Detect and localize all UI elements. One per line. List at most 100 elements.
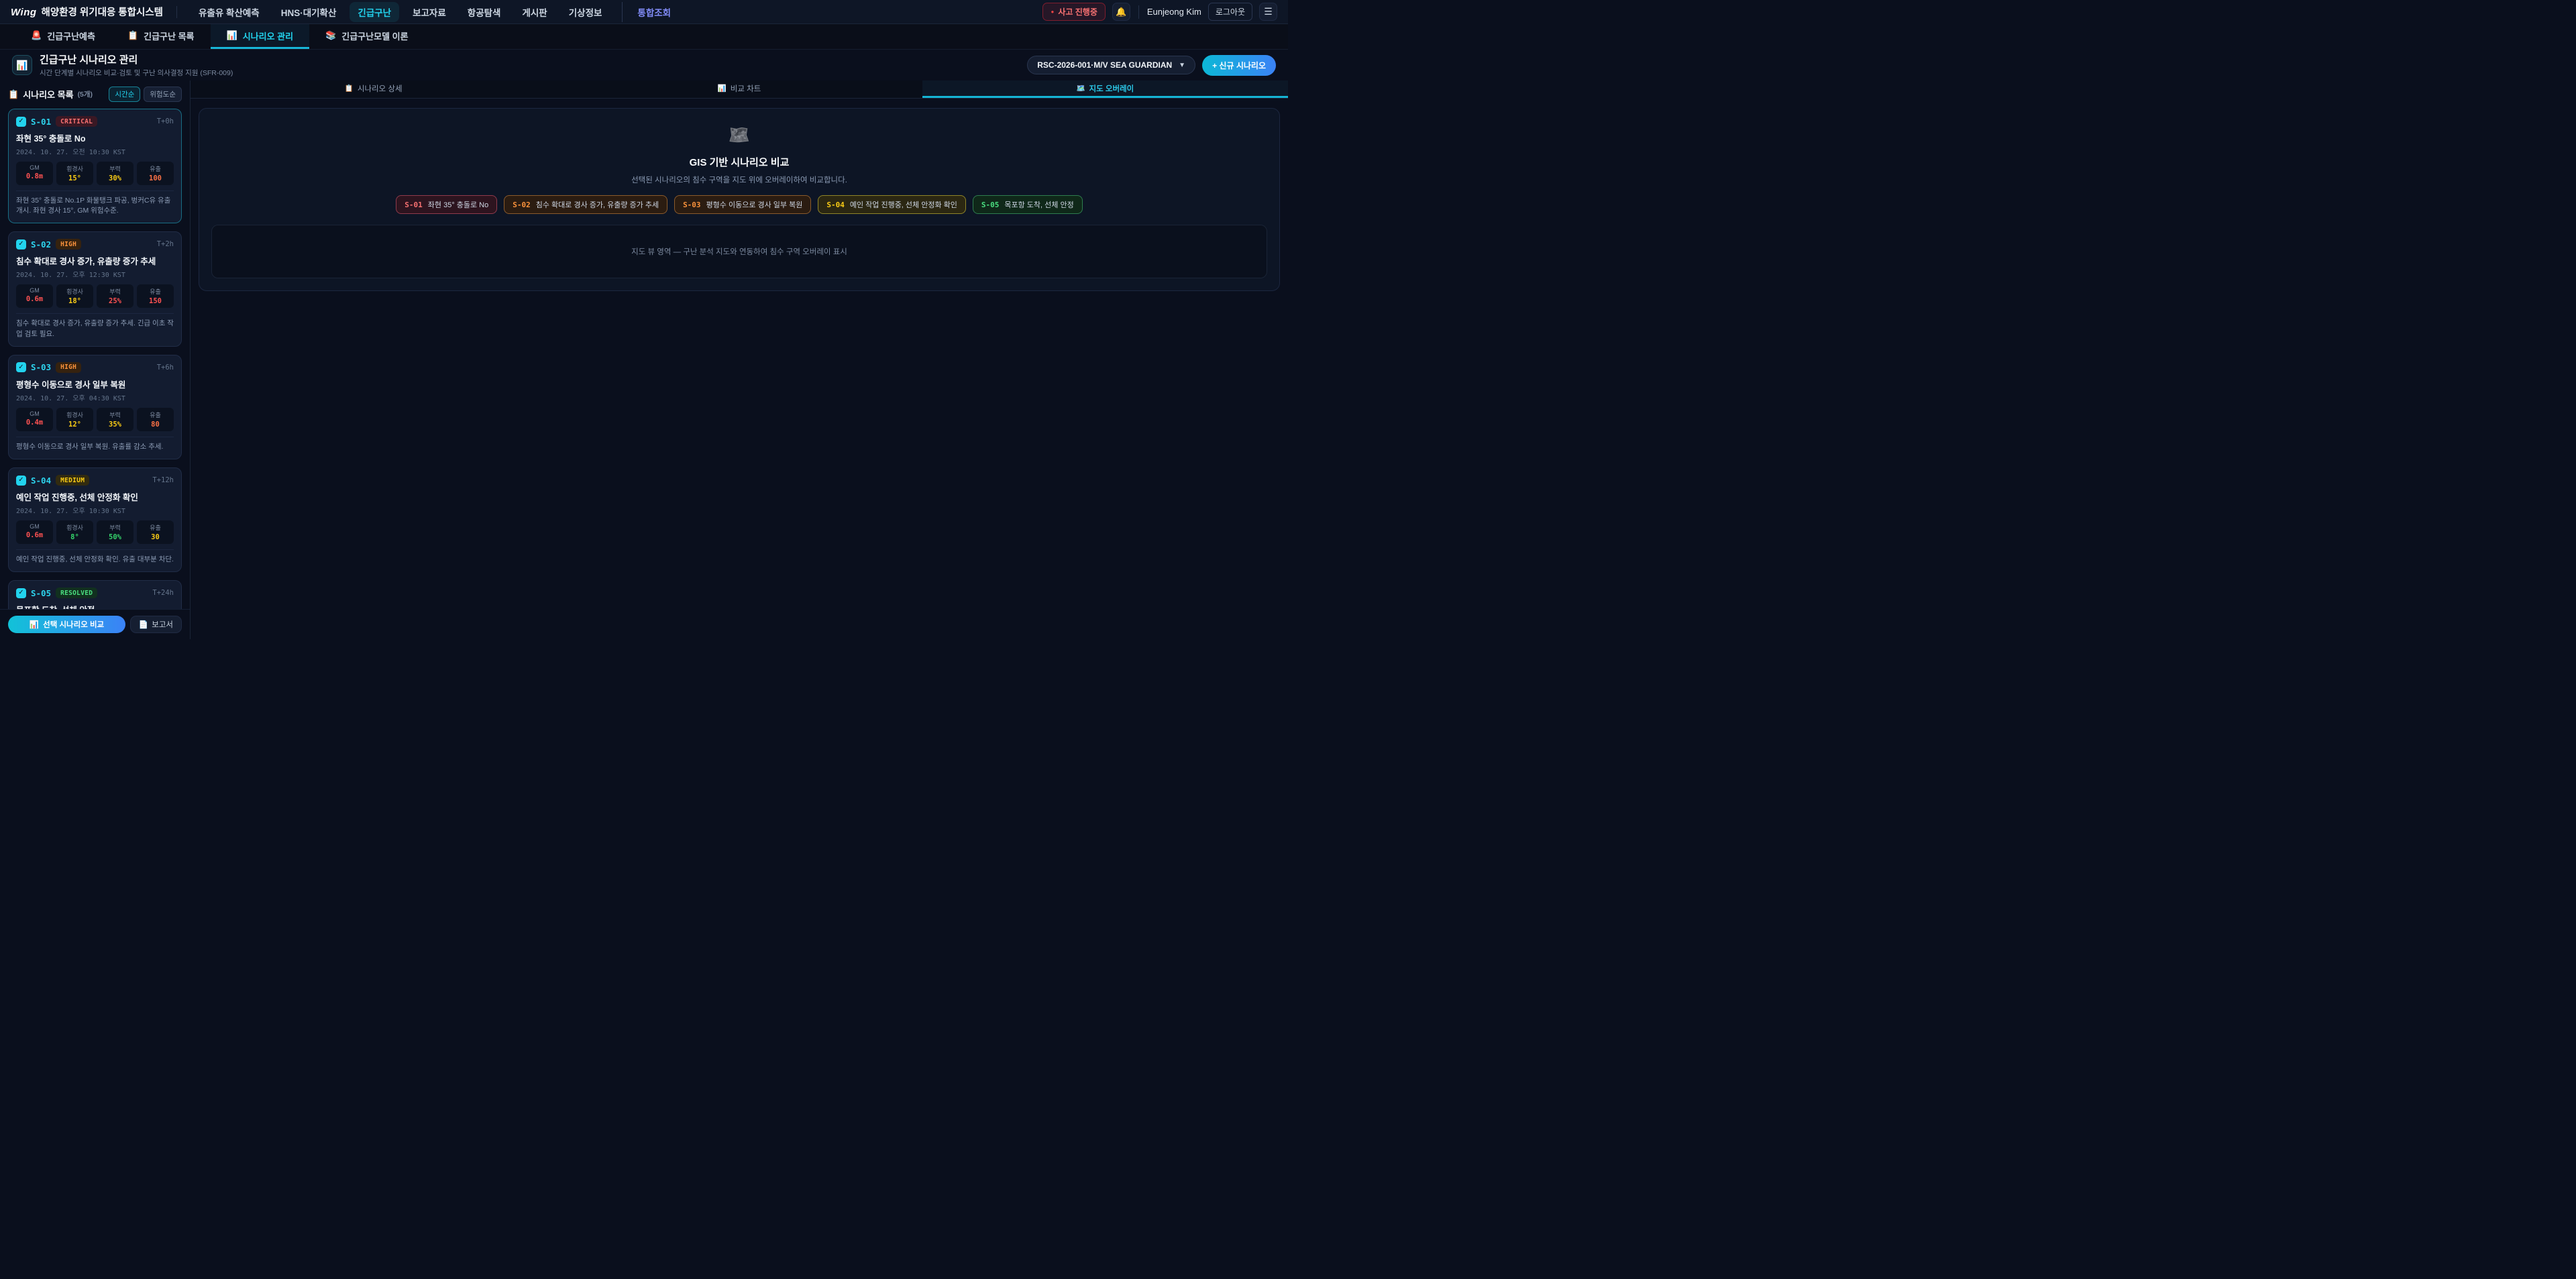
chevron-down-icon: ▼ xyxy=(1179,62,1185,69)
sidebar-footer: 📊 선택 시나리오 비교 📄 보고서 xyxy=(0,609,190,639)
page-icon: 📊 xyxy=(12,55,32,75)
logo-mark: Wing xyxy=(11,7,37,18)
nav-item-board[interactable]: 게시판 xyxy=(514,2,555,22)
stat-value: 0.6m xyxy=(17,531,52,539)
scenario-id: S-02 xyxy=(31,239,51,249)
content-tab-bar: 📋 시나리오 상세 📊 비교 차트 🗺️ 지도 오버레이 xyxy=(191,80,1288,99)
tab-label: 긴급구난모델 이론 xyxy=(341,30,408,42)
check-icon: ✓ xyxy=(18,477,23,484)
stat-label: GM xyxy=(17,164,52,171)
chip-title: 침수 확대로 경사 증가, 유출량 증가 추세 xyxy=(536,199,659,210)
stat-row: GM 0.8m 횡경사 15° 부력 30% 유출 100 xyxy=(16,162,174,185)
scenario-checkbox[interactable]: ✓ xyxy=(16,117,26,127)
stat-spill: 유출 150 xyxy=(137,284,174,308)
scenario-chip-s05[interactable]: S-05 목포항 도착, 선체 안정 xyxy=(973,195,1083,214)
logout-button[interactable]: 로그아웃 xyxy=(1208,3,1252,21)
stat-value: 35% xyxy=(98,421,132,429)
stat-spill: 유출 100 xyxy=(137,162,174,185)
stat-label: 횡경사 xyxy=(58,410,92,419)
stat-buoyancy: 부력 50% xyxy=(97,520,133,544)
nav-item-integrated-search[interactable]: 통합조회 xyxy=(622,2,679,22)
bar-chart-icon: 📊 xyxy=(227,30,237,41)
new-scenario-button[interactable]: + 신규 시나리오 xyxy=(1202,55,1276,76)
time-offset: T+0h xyxy=(157,117,174,125)
scenario-datetime: 2024. 10. 27. 오전 10:30 KST xyxy=(16,146,174,156)
bell-icon: 🔔 xyxy=(1116,7,1126,17)
tab-scenario-management[interactable]: 📊 시나리오 관리 xyxy=(211,24,310,49)
scenario-card-s01[interactable]: ✓ S-01 CRITICAL T+0h 좌현 35° 충돌로 No 2024.… xyxy=(8,109,182,223)
stat-value: 80 xyxy=(138,421,172,429)
time-offset: T+12h xyxy=(152,476,174,484)
scenario-chip-s04[interactable]: S-04 예인 작업 진행중, 선체 안정화 확인 xyxy=(818,195,966,214)
content-body: 🗺️ GIS 기반 시나리오 비교 선택된 시나리오의 침수 구역을 지도 위에… xyxy=(191,99,1288,639)
nav-item-rescue[interactable]: 긴급구난 xyxy=(350,2,399,22)
scenario-id: S-01 xyxy=(31,117,51,127)
tab-map-overlay[interactable]: 🗺️ 지도 오버레이 xyxy=(922,80,1288,98)
system-title: 해양환경 위기대응 통합시스템 xyxy=(42,5,163,19)
severity-badge: RESOLVED xyxy=(56,588,97,598)
scenario-chip-s03[interactable]: S-03 평형수 이동으로 경사 일부 복원 xyxy=(674,195,811,214)
sidebar-header: 📋 시나리오 목록 (5개) 시간순 위험도순 xyxy=(0,80,190,107)
scenario-checkbox[interactable]: ✓ xyxy=(16,239,26,249)
document-icon: 📄 xyxy=(139,620,148,629)
tab-comparison-chart[interactable]: 📊 비교 차트 xyxy=(556,80,922,98)
sort-by-risk-button[interactable]: 위험도순 xyxy=(144,87,182,102)
stat-label: 유출 xyxy=(138,287,172,296)
sort-by-time-button[interactable]: 시간순 xyxy=(109,87,140,102)
time-offset: T+6h xyxy=(157,364,174,372)
scenario-sidebar: 📋 시나리오 목록 (5개) 시간순 위험도순 ✓ S-01 CRITICAL … xyxy=(0,80,191,639)
scenario-chip-s01[interactable]: S-01 좌현 35° 충돌로 No xyxy=(396,195,497,214)
scenario-checkbox[interactable]: ✓ xyxy=(16,362,26,372)
scenario-card-s05[interactable]: ✓ S-05 RESOLVED T+24h 목포항 도착, 선체 안정 2024… xyxy=(8,580,182,609)
nav-item-oil-spill[interactable]: 유출유 확산예측 xyxy=(191,2,268,22)
scenario-card-s04[interactable]: ✓ S-04 MEDIUM T+12h 예인 작업 진행중, 선체 안정화 확인… xyxy=(8,467,182,572)
stat-label: 횡경사 xyxy=(58,164,92,173)
books-icon: 📚 xyxy=(325,30,336,41)
scenario-card-list[interactable]: ✓ S-01 CRITICAL T+0h 좌현 35° 충돌로 No 2024.… xyxy=(0,107,190,609)
stat-label: 부력 xyxy=(98,410,132,419)
stat-value: 12° xyxy=(58,421,92,429)
stat-spill: 유출 80 xyxy=(137,408,174,431)
stat-value: 18° xyxy=(58,297,92,305)
tab-label: 시나리오 관리 xyxy=(243,30,293,42)
scenario-datetime: 2024. 10. 27. 오후 12:30 KST xyxy=(16,269,174,279)
tab-rescue-model-theory[interactable]: 📚 긴급구난모델 이론 xyxy=(309,24,424,49)
notifications-button[interactable]: 🔔 xyxy=(1112,3,1130,21)
scenario-card-s02[interactable]: ✓ S-02 HIGH T+2h 침수 확대로 경사 증가, 유출량 증가 추세… xyxy=(8,231,182,346)
check-icon: ✓ xyxy=(18,590,23,596)
nav-item-aerial-search[interactable]: 항공탐색 xyxy=(460,2,509,22)
scenario-description: 침수 확대로 경사 증가, 유출량 증가 추세. 긴급 이초 작업 검토 필요. xyxy=(16,313,174,339)
menu-button[interactable]: ☰ xyxy=(1259,3,1277,21)
stat-buoyancy: 부력 25% xyxy=(97,284,133,308)
scenario-checkbox[interactable]: ✓ xyxy=(16,588,26,598)
stat-value: 150 xyxy=(138,297,172,305)
time-offset: T+24h xyxy=(152,589,174,597)
report-button[interactable]: 📄 보고서 xyxy=(130,616,182,633)
compare-button-label: 선택 시나리오 비교 xyxy=(43,619,104,630)
stat-label: 유출 xyxy=(138,410,172,419)
clipboard-icon: 📋 xyxy=(8,89,19,100)
case-select-dropdown[interactable]: RSC-2026-001·M/V SEA GUARDIAN ▼ xyxy=(1027,56,1195,74)
page-header: 📊 긴급구난 시나리오 관리 시간 단계별 시나리오 비교·검토 및 구난 의사… xyxy=(0,50,1288,80)
stat-value: 8° xyxy=(58,533,92,541)
tab-rescue-list[interactable]: 📋 긴급구난 목록 xyxy=(111,24,211,49)
tab-scenario-detail[interactable]: 📋 시나리오 상세 xyxy=(191,80,556,98)
scenario-checkbox[interactable]: ✓ xyxy=(16,476,26,486)
stat-row: GM 0.6m 횡경사 18° 부력 25% 유출 150 xyxy=(16,284,174,308)
page-header-actions: RSC-2026-001·M/V SEA GUARDIAN ▼ + 신규 시나리… xyxy=(1027,55,1276,76)
tab-rescue-forecast[interactable]: 🚨 긴급구난예측 xyxy=(15,24,111,49)
scenario-card-s03[interactable]: ✓ S-03 HIGH T+6h 평형수 이동으로 경사 일부 복원 2024.… xyxy=(8,355,182,459)
report-button-label: 보고서 xyxy=(152,619,173,630)
stat-spill: 유출 30 xyxy=(137,520,174,544)
check-icon: ✓ xyxy=(18,118,23,125)
gis-panel-subtitle: 선택된 시나리오의 침수 구역을 지도 위에 오버레이하여 비교합니다. xyxy=(211,174,1267,185)
nav-item-weather[interactable]: 기상정보 xyxy=(561,2,610,22)
stat-value: 100 xyxy=(138,174,172,182)
scenario-datetime: 2024. 10. 27. 오후 10:30 KST xyxy=(16,505,174,515)
main-layout: 📋 시나리오 목록 (5개) 시간순 위험도순 ✓ S-01 CRITICAL … xyxy=(0,80,1288,639)
compare-scenarios-button[interactable]: 📊 선택 시나리오 비교 xyxy=(8,616,125,633)
nav-item-reports[interactable]: 보고자료 xyxy=(405,2,454,22)
scenario-chip-s02[interactable]: S-02 침수 확대로 경사 증가, 유출량 증가 추세 xyxy=(504,195,667,214)
severity-badge: HIGH xyxy=(56,239,81,249)
nav-item-hns[interactable]: HNS·대기확산 xyxy=(273,2,345,22)
